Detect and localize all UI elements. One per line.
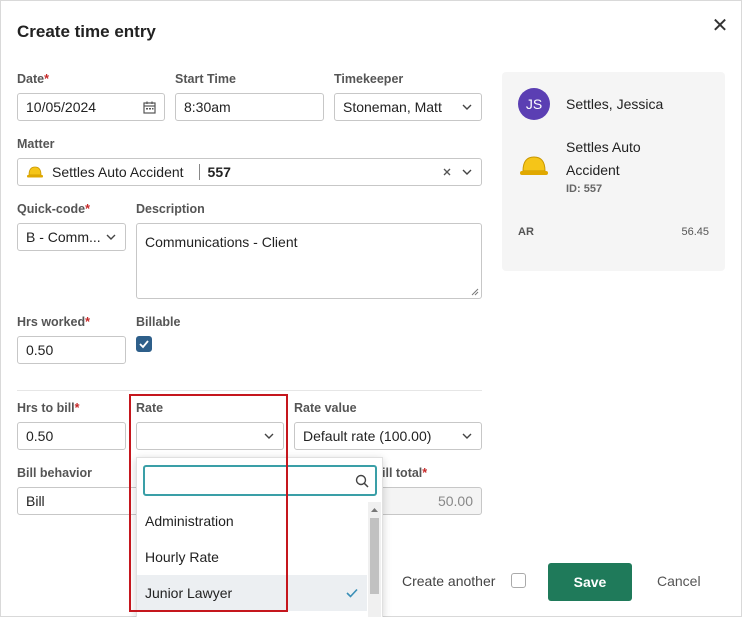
rate-value-select[interactable]: Default rate (100.00) xyxy=(294,422,482,450)
matter-label: Matter xyxy=(17,137,55,151)
quick-code-label: Quick-code* xyxy=(17,202,90,216)
hrs-to-bill-field[interactable]: 0.50 xyxy=(17,422,126,450)
matter-id: ID: 557 xyxy=(566,183,603,195)
matter-name: Settles Auto Accident xyxy=(52,164,184,180)
create-another-label: Create another xyxy=(402,573,496,589)
matter-number: 557 xyxy=(207,164,231,180)
bill-behavior-select[interactable]: Bill xyxy=(17,487,147,515)
chevron-down-icon xyxy=(106,234,116,240)
chevron-down-icon xyxy=(264,433,274,439)
matter-select[interactable]: Settles Auto Accident 557 xyxy=(17,158,482,186)
start-time-field[interactable]: 8:30am xyxy=(175,93,324,121)
close-icon[interactable]: ✕ xyxy=(709,15,731,37)
chevron-down-icon xyxy=(462,169,472,175)
section-divider xyxy=(17,390,482,391)
timekeeper-label: Timekeeper xyxy=(334,72,404,86)
billable-label: Billable xyxy=(136,315,181,329)
hard-hat-icon xyxy=(520,156,548,175)
chevron-down-icon xyxy=(462,433,472,439)
chevron-down-icon xyxy=(462,104,472,110)
date-field[interactable]: 10/05/2024 xyxy=(17,93,165,121)
create-another-checkbox[interactable] xyxy=(511,573,526,588)
rate-select[interactable] xyxy=(136,422,284,450)
bill-behavior-label: Bill behavior xyxy=(17,466,93,480)
bill-total-field: 50.00 xyxy=(371,487,482,515)
check-icon xyxy=(346,588,358,598)
scrollbar[interactable] xyxy=(368,502,381,617)
hrs-to-bill-label: Hrs to bill* xyxy=(17,401,80,415)
calendar-icon[interactable] xyxy=(143,101,156,114)
timekeeper-select[interactable]: Stoneman, Matt xyxy=(334,93,482,121)
rate-option[interactable]: Administration xyxy=(137,503,367,539)
hrs-worked-label: Hrs worked* xyxy=(17,315,90,329)
bill-total-label: ill total* xyxy=(382,466,428,480)
resize-handle-icon[interactable] xyxy=(471,288,479,296)
description-textarea[interactable]: Communications - Client xyxy=(136,223,482,299)
date-label: Date* xyxy=(17,72,49,86)
rate-value-label: Rate value xyxy=(294,401,357,415)
bill-behavior-value: Bill xyxy=(26,493,45,509)
avatar: JS xyxy=(518,88,550,120)
save-button[interactable]: Save xyxy=(548,563,632,601)
client-name: Settles, Jessica xyxy=(566,96,664,112)
hrs-worked-value: 0.50 xyxy=(26,342,54,358)
rate-option[interactable]: Hourly Rate xyxy=(137,539,367,575)
matter-summary-panel: JS Settles, Jessica Settles Auto Acciden… xyxy=(502,72,725,271)
start-time-value: 8:30am xyxy=(184,99,231,115)
matter-separator xyxy=(198,164,200,180)
hrs-to-bill-value: 0.50 xyxy=(26,428,54,444)
rate-option-selected[interactable]: Junior Lawyer xyxy=(137,575,367,611)
matter-name: Settles Auto Accident xyxy=(566,139,641,178)
ar-value: 56.45 xyxy=(681,226,709,238)
timekeeper-value: Stoneman, Matt xyxy=(343,99,442,115)
date-value: 10/05/2024 xyxy=(26,99,97,115)
description-label: Description xyxy=(136,202,205,216)
rate-option-label: Junior Lawyer xyxy=(145,585,233,601)
clear-icon[interactable] xyxy=(442,167,452,177)
check-icon xyxy=(139,340,149,349)
rate-dropdown: Administration Hourly Rate Junior Lawyer xyxy=(136,457,383,617)
bill-total-value: 50.00 xyxy=(437,493,473,509)
cancel-button[interactable]: Cancel xyxy=(657,573,701,589)
rate-search-input[interactable] xyxy=(143,465,377,496)
quick-code-select[interactable]: B - Comm... xyxy=(17,223,126,251)
dialog-title: Create time entry xyxy=(17,22,156,41)
create-time-entry-dialog: Create time entry ✕ Date* 10/05/2024 Sta… xyxy=(0,0,742,617)
description-value: Communications - Client xyxy=(145,234,298,250)
scrollbar-thumb[interactable] xyxy=(370,518,379,594)
quick-code-value: B - Comm... xyxy=(26,229,101,245)
rate-label: Rate xyxy=(136,401,164,415)
hard-hat-icon xyxy=(27,166,43,178)
rate-value-value: Default rate (100.00) xyxy=(303,428,432,444)
hrs-worked-field[interactable]: 0.50 xyxy=(17,336,126,364)
ar-label: AR xyxy=(518,226,534,238)
billable-checkbox[interactable] xyxy=(136,336,152,352)
scroll-up-icon[interactable] xyxy=(368,505,381,515)
start-time-label: Start Time xyxy=(175,72,236,86)
search-icon xyxy=(355,474,369,488)
